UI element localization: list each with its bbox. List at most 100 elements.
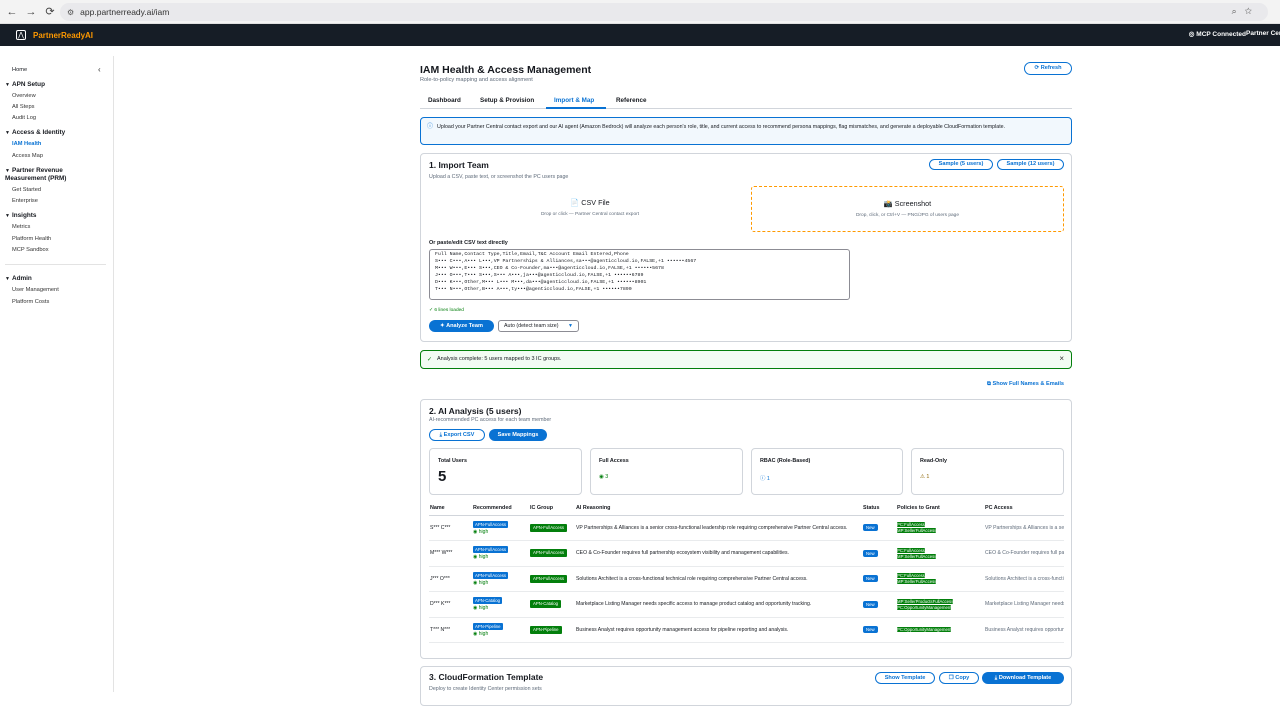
card-value: ◉ 3	[599, 474, 609, 480]
tab-setup-provision[interactable]: Setup & Provision	[480, 97, 534, 104]
sidebar-item-enterprise[interactable]: Enterprise	[12, 198, 38, 204]
sidebar-section-insights[interactable]: ▼ Insights	[5, 212, 36, 219]
user-name: T*** N***	[429, 617, 472, 643]
csv-textarea[interactable]: Full Name,Contact Type,Title,Email,T&C A…	[429, 249, 850, 300]
ic-group-badge: APN-FullAccess	[530, 549, 568, 558]
export-csv-button[interactable]: ⤓ Export CSV	[429, 429, 485, 441]
sidebar-item-platform-health[interactable]: Platform Health	[12, 236, 51, 242]
sidebar-section-admin[interactable]: ▼ Admin	[5, 275, 32, 282]
analysis-title: 2. AI Analysis (5 users)	[429, 406, 522, 416]
sidebar-section-apn-setup[interactable]: ▼ APN Setup	[5, 81, 45, 88]
read-only-card: Read-Only ⚠ 1	[911, 448, 1064, 495]
lines-loaded-status: ✓ 6 lines loaded	[429, 308, 464, 313]
collapse-sidebar-icon[interactable]: ‹	[98, 65, 101, 74]
ai-analysis-panel: 2. AI Analysis (5 users) AI-recommended …	[420, 399, 1072, 659]
brand-name[interactable]: PartnerReadyAI	[33, 31, 93, 40]
address-bar[interactable]: ⚙ app.partnerready.ai/iam ⌕☆	[60, 3, 1268, 21]
sidebar-item-get-started[interactable]: Get Started	[12, 187, 41, 193]
copy-button[interactable]: ❐ Copy	[939, 672, 979, 684]
check-circle-icon: ◉	[473, 528, 478, 535]
policy-badge: MP:SellerFullAccess	[897, 528, 937, 534]
recommended-badge: APN-FullAccess	[473, 571, 509, 579]
status-badge: New	[863, 626, 878, 634]
sidebar-item-overview[interactable]: Overview	[12, 93, 36, 99]
tab-dashboard[interactable]: Dashboard	[428, 97, 461, 104]
pc-access-text: Solutions Architect is a cross-functiona…	[984, 566, 1064, 592]
user-name: J*** O***	[429, 566, 472, 592]
sidebar-item-home[interactable]: Home	[12, 67, 27, 73]
mcp-status: ◎ MCP Connected	[1188, 31, 1246, 38]
bookmark-icon[interactable]: ☆	[1245, 6, 1260, 16]
back-icon[interactable]: ←	[5, 6, 19, 18]
sidebar-item-audit-log[interactable]: Audit Log	[12, 115, 36, 121]
zoom-icon[interactable]: ⌕	[1232, 6, 1245, 16]
table-row[interactable]: T*** N*** APN-Pipeline ◉ high APN-Pipelin…	[429, 617, 1064, 643]
team-size-select[interactable]: Auto (detect team size) ▼	[498, 320, 579, 332]
show-full-names-link[interactable]: ⧉ Show Full Names & Emails	[987, 381, 1064, 388]
browser-toolbar: ← → ⟳ ⚙ app.partnerready.ai/iam ⌕☆	[0, 0, 1280, 24]
sidebar-item-user-management[interactable]: User Management	[12, 287, 59, 293]
ai-reasoning: Marketplace Listing Manager needs specif…	[575, 591, 862, 618]
user-name: M*** W***	[429, 540, 472, 567]
sidebar-item-access-map[interactable]: Access Map	[12, 153, 43, 159]
column-header-ai-reasoning[interactable]: AI Reasoning	[575, 501, 862, 516]
screenshot-dropzone[interactable]: 📸 Screenshot Drop, click, or Ctrl+V — PN…	[751, 186, 1064, 232]
table-row[interactable]: D*** K*** APN-Catalog ◉ high APN-Catalog …	[429, 591, 1064, 618]
table-row[interactable]: J*** O*** APN-FullAccess ◉ high APN-FullA…	[429, 566, 1064, 592]
column-header-status[interactable]: Status	[862, 501, 896, 516]
site-info-icon[interactable]: ⚙	[67, 8, 74, 17]
confidence-label: ◉ high	[473, 554, 489, 561]
cloudformation-subtitle: Deploy to create Identity Center permiss…	[429, 686, 542, 692]
total-users-card: Total Users 5	[429, 448, 582, 495]
show-template-button[interactable]: Show Template	[875, 672, 935, 684]
ic-group-badge: APN-Pipeline	[530, 625, 562, 634]
download-template-button[interactable]: ⤓ Download Template	[982, 672, 1064, 684]
refresh-button[interactable]: ⟳ Refresh	[1024, 62, 1072, 75]
download-icon: ⤓	[439, 432, 443, 438]
sample-12-button[interactable]: Sample (12 users)	[997, 159, 1064, 170]
sidebar-section-access-identity[interactable]: ▼ Access & Identity	[5, 129, 65, 136]
sidebar-divider	[5, 264, 106, 265]
pc-access-text: CEO & Co-Founder requires full partnersh…	[984, 540, 1064, 567]
success-alert: ✓ Analysis complete: 5 users mapped to 3…	[420, 350, 1072, 369]
app-header: ⋀ PartnerReadyAI ◎ MCP Connected Partner…	[0, 24, 1280, 46]
status-badge: New	[863, 524, 878, 532]
tab-reference[interactable]: Reference	[616, 97, 646, 104]
cloudformation-title: 3. CloudFormation Template	[429, 672, 544, 682]
card-label: RBAC (Role-Based)	[760, 458, 811, 464]
column-header-name[interactable]: Name	[429, 501, 472, 516]
column-header-policies[interactable]: Policies to Grant	[896, 501, 984, 516]
sidebar-item-iam-health[interactable]: IAM Health	[12, 141, 41, 147]
sidebar-item-mcp-sandbox[interactable]: MCP Sandbox	[12, 247, 49, 253]
partner-central-link[interactable]: Partner Central	[1246, 30, 1280, 37]
sidebar-section-prm[interactable]: ▼ Partner Revenue Measurement (PRM)	[5, 167, 100, 183]
tab-bar: Dashboard Setup & Provision Import & Map…	[420, 94, 1072, 109]
column-header-recommended[interactable]: Recommended	[472, 501, 529, 516]
pc-access-text: Marketplace Listing Manager needs specif…	[984, 591, 1064, 618]
caret-down-icon: ▼	[5, 168, 10, 174]
tab-import-map[interactable]: Import & Map	[554, 97, 594, 104]
status-badge: New	[863, 575, 878, 583]
sidebar-item-metrics[interactable]: Metrics	[12, 224, 30, 230]
rbac-card: RBAC (Role-Based) ⓘ 1	[751, 448, 903, 495]
table-row[interactable]: S*** C*** APN-FullAccess ◉ high APN-FullA…	[429, 515, 1064, 541]
user-name: D*** K***	[429, 591, 472, 618]
save-mappings-button[interactable]: Save Mappings	[489, 429, 547, 441]
caret-down-icon: ▼	[5, 213, 10, 219]
column-header-ic-group[interactable]: IC Group	[529, 501, 575, 516]
sidebar-item-platform-costs[interactable]: Platform Costs	[12, 299, 49, 305]
reload-icon[interactable]: ⟳	[43, 5, 57, 18]
check-circle-icon: ◉	[599, 474, 604, 480]
column-header-pc-access[interactable]: PC Access	[984, 501, 1064, 516]
analyze-team-button[interactable]: ✦ Analyze Team	[429, 320, 494, 332]
close-icon[interactable]: ×	[1059, 354, 1064, 363]
table-row[interactable]: M*** W*** APN-FullAccess ◉ high APN-FullA…	[429, 540, 1064, 567]
download-icon: ⤓	[994, 675, 998, 681]
csv-dropzone[interactable]: 📄 CSV File Drop or click — Partner Centr…	[429, 186, 751, 232]
sample-5-button[interactable]: Sample (5 users)	[929, 159, 993, 170]
sidebar-item-all-steps[interactable]: All Steps	[12, 104, 34, 110]
refresh-icon: ⟳	[1034, 65, 1040, 71]
forward-icon[interactable]: →	[24, 6, 38, 18]
info-text: Upload your Partner Central contact expo…	[437, 124, 1006, 130]
import-team-panel: 1. Import Team Upload a CSV, paste text,…	[420, 153, 1072, 342]
